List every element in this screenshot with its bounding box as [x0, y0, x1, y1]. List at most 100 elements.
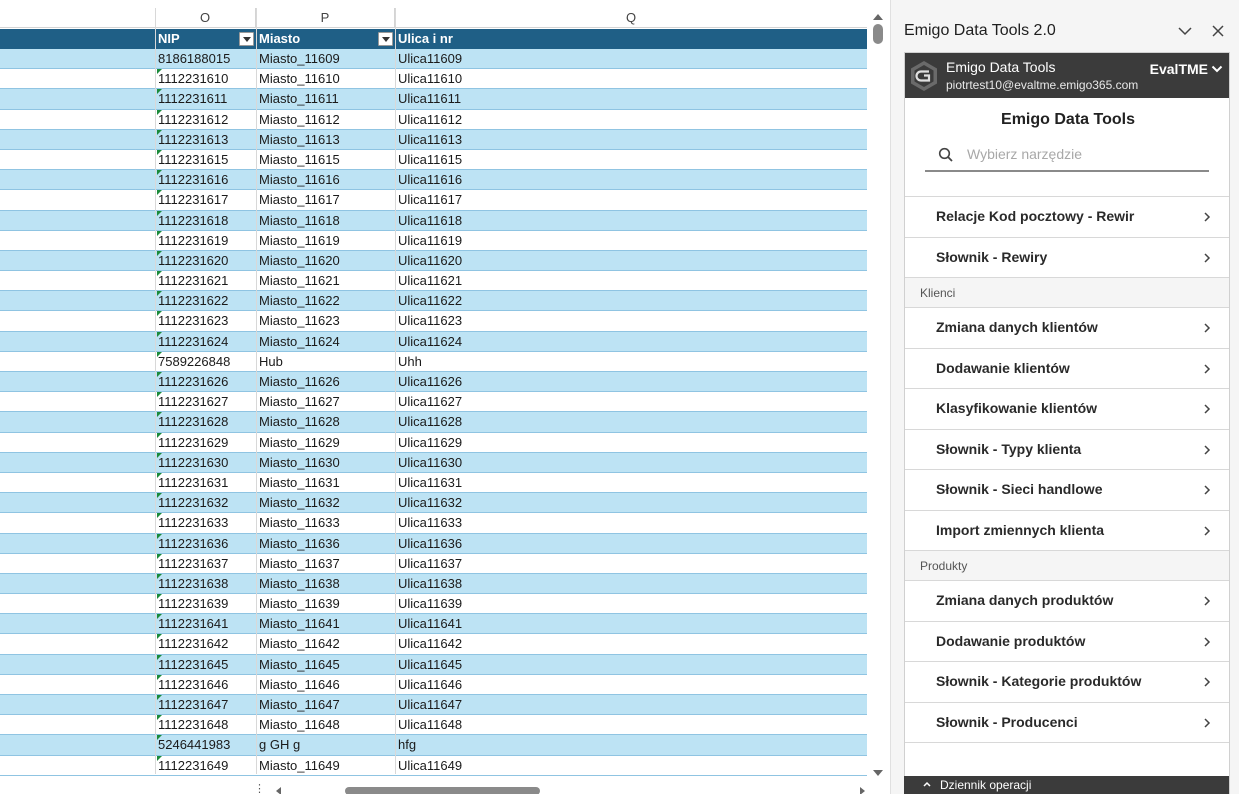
chevron-down-icon[interactable]	[1176, 22, 1194, 40]
table-row[interactable]: 1112231636 Miasto_11636 Ulica11636	[0, 533, 867, 554]
cell-miasto[interactable]: Miasto_11621	[256, 271, 395, 291]
table-row[interactable]: 1112231646 Miasto_11646 Ulica11646	[0, 674, 867, 695]
cell-nip[interactable]: 1112231639	[155, 594, 256, 614]
table-row[interactable]: 1112231645 Miasto_11645 Ulica11645	[0, 654, 867, 675]
table-row[interactable]: 8186188015 Miasto_11609 Ulica11609	[0, 49, 867, 70]
cell-nip[interactable]: 1112231630	[155, 453, 256, 473]
chevron-down-icon[interactable]	[1211, 64, 1223, 74]
split-handle-icon[interactable]: ⋮	[254, 782, 265, 794]
cell-miasto[interactable]: Miasto_11639	[256, 594, 395, 614]
cell-ulica[interactable]: Ulica11630	[395, 453, 695, 473]
table-row[interactable]: 1112231641 Miasto_11641 Ulica11641	[0, 614, 867, 635]
table-row[interactable]: 1112231638 Miasto_11638 Ulica11638	[0, 573, 867, 595]
cell-miasto[interactable]: Miasto_11647	[256, 695, 395, 715]
cell-ulica[interactable]: Ulica11611	[395, 89, 695, 109]
cell-miasto[interactable]: Miasto_11633	[256, 513, 395, 533]
error-indicator-icon[interactable]	[157, 392, 162, 398]
column-letter-q[interactable]: Q	[395, 8, 867, 28]
table-row[interactable]: 1112231632 Miasto_11632 Ulica11632	[0, 493, 867, 514]
cell-ulica[interactable]: Ulica11613	[395, 130, 695, 150]
cell-nip[interactable]: 1112231647	[155, 695, 256, 715]
table-row[interactable]: 1112231624 Miasto_11624 Ulica11624	[0, 331, 867, 352]
cell-miasto[interactable]: g GH g	[256, 735, 395, 755]
error-indicator-icon[interactable]	[157, 553, 162, 559]
cell-ulica[interactable]: Ulica11632	[395, 493, 695, 513]
horizontal-scrollbar[interactable]: ⋮	[240, 782, 867, 794]
cell-miasto[interactable]: Miasto_11616	[256, 170, 395, 190]
table-row[interactable]: 1112231633 Miasto_11633 Ulica11633	[0, 513, 867, 534]
error-indicator-icon[interactable]	[157, 412, 162, 418]
cell-nip[interactable]: 1112231612	[155, 110, 256, 130]
cell-nip[interactable]: 7589226848	[155, 352, 256, 372]
cell-ulica[interactable]: Ulica11639	[395, 594, 695, 614]
error-indicator-icon[interactable]	[157, 755, 162, 761]
cell-miasto[interactable]: Miasto_11631	[256, 473, 395, 493]
cell-ulica[interactable]: Ulica11626	[395, 372, 695, 392]
tool-item[interactable]: Zmiana danych produktów	[905, 581, 1229, 622]
error-indicator-icon[interactable]	[157, 695, 162, 700]
cell-nip[interactable]: 1112231632	[155, 493, 256, 513]
close-icon[interactable]	[1209, 22, 1227, 40]
cell-nip[interactable]: 1112231636	[155, 534, 256, 554]
error-indicator-icon[interactable]	[157, 109, 162, 115]
cell-miasto[interactable]: Miasto_11628	[256, 412, 395, 432]
error-indicator-icon[interactable]	[157, 493, 162, 499]
cell-nip[interactable]: 5246441983	[155, 735, 256, 755]
cell-ulica[interactable]: Ulica11619	[395, 231, 695, 251]
table-row[interactable]: 1112231622 Miasto_11622 Ulica11622	[0, 291, 867, 312]
cell-ulica[interactable]: Ulica11627	[395, 392, 695, 412]
cell-ulica[interactable]: Ulica11646	[395, 675, 695, 695]
error-indicator-icon[interactable]	[157, 129, 162, 135]
table-row[interactable]: 1112231616 Miasto_11616 Ulica11616	[0, 170, 867, 191]
filter-dropdown-miasto[interactable]	[378, 32, 393, 46]
cell-nip[interactable]: 1112231649	[155, 756, 256, 776]
filter-dropdown-nip[interactable]	[239, 32, 254, 46]
cell-nip[interactable]: 1112231642	[155, 634, 256, 654]
tool-search-input[interactable]	[967, 141, 1197, 167]
column-letter-p[interactable]: P	[256, 8, 395, 28]
cell-ulica[interactable]: Ulica11637	[395, 554, 695, 574]
cell-ulica[interactable]: Ulica11622	[395, 291, 695, 311]
cell-nip[interactable]: 1112231641	[155, 614, 256, 634]
horizontal-scroll-thumb[interactable]	[345, 787, 540, 794]
cell-miasto[interactable]: Miasto_11626	[256, 372, 395, 392]
error-indicator-icon[interactable]	[157, 614, 162, 620]
scroll-down-arrow-icon[interactable]	[873, 770, 883, 776]
cell-ulica[interactable]: Ulica11638	[395, 574, 695, 594]
table-row[interactable]: 1112231619 Miasto_11619 Ulica11619	[0, 230, 867, 251]
cell-miasto[interactable]: Miasto_11648	[256, 715, 395, 735]
table-row[interactable]: 1112231642 Miasto_11642 Ulica11642	[0, 634, 867, 655]
tool-item[interactable]: Klasyfikowanie klientów	[905, 389, 1229, 430]
table-row[interactable]: 5246441983 g GH g hfg	[0, 735, 867, 756]
cell-nip[interactable]: 1112231648	[155, 715, 256, 735]
table-row[interactable]: 1112231637 Miasto_11637 Ulica11637	[0, 553, 867, 574]
table-row[interactable]: 1112231630 Miasto_11630 Ulica11630	[0, 452, 867, 473]
table-row[interactable]: 1112231618 Miasto_11618 Ulica11618	[0, 210, 867, 231]
tool-item[interactable]: Dodawanie klientów	[905, 348, 1229, 389]
column-letter-o[interactable]: O	[155, 8, 256, 28]
cell-miasto[interactable]: Miasto_11630	[256, 453, 395, 473]
cell-miasto[interactable]: Miasto_11645	[256, 655, 395, 675]
cell-miasto[interactable]: Hub	[256, 352, 395, 372]
cell-ulica[interactable]: Ulica11642	[395, 634, 695, 654]
cell-miasto[interactable]: Miasto_11627	[256, 392, 395, 412]
cell-ulica[interactable]: Ulica11645	[395, 655, 695, 675]
cell-miasto[interactable]: Miasto_11620	[256, 251, 395, 271]
cell-nip[interactable]: 1112231620	[155, 251, 256, 271]
cell-miasto[interactable]: Miasto_11609	[256, 49, 395, 69]
cell-ulica[interactable]: Ulica11641	[395, 614, 695, 634]
error-indicator-icon[interactable]	[157, 533, 162, 539]
error-indicator-icon[interactable]	[157, 351, 162, 357]
cell-nip[interactable]: 1112231619	[155, 231, 256, 251]
table-row[interactable]: 1112231629 Miasto_11629 Ulica11629	[0, 432, 867, 453]
cell-nip[interactable]: 1112231637	[155, 554, 256, 574]
error-indicator-icon[interactable]	[157, 735, 162, 741]
table-row[interactable]: 1112231621 Miasto_11621 Ulica11621	[0, 271, 867, 292]
cell-ulica[interactable]: Ulica11621	[395, 271, 695, 291]
cell-nip[interactable]: 1112231616	[155, 170, 256, 190]
cell-ulica[interactable]: Ulica11628	[395, 412, 695, 432]
cell-miasto[interactable]: Miasto_11618	[256, 211, 395, 231]
scroll-up-arrow-icon[interactable]	[873, 14, 883, 20]
cell-miasto[interactable]: Miasto_11624	[256, 332, 395, 352]
tool-item[interactable]: Słownik - Sieci handlowe	[905, 470, 1229, 511]
